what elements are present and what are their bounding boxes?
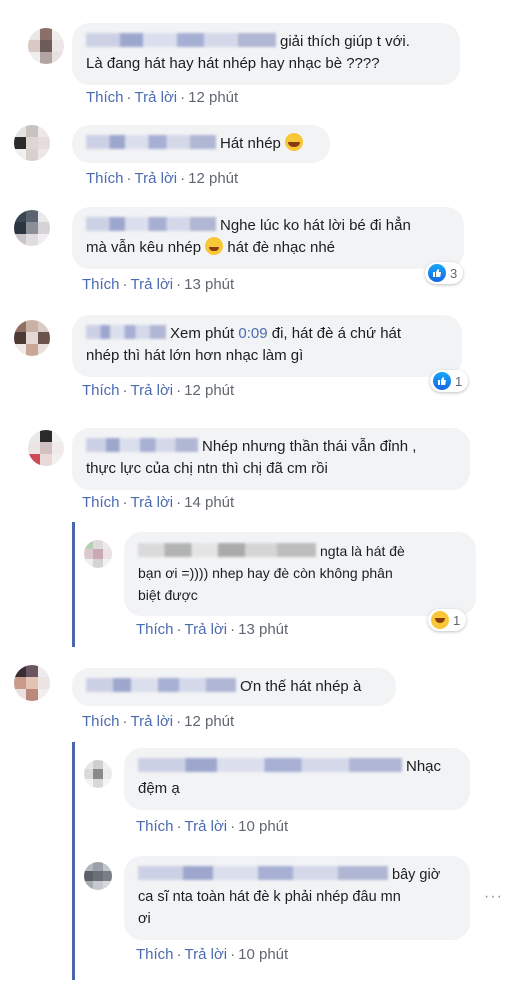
more-options-icon[interactable]: ··· [484, 888, 503, 906]
comment-text: Xem phút [170, 325, 239, 342]
timestamp[interactable]: 13 phút [184, 276, 234, 293]
blurred-name[interactable] [86, 217, 216, 231]
comment-bubble: Nhạc đệm ạ [124, 748, 470, 810]
like-link[interactable]: Thích [136, 818, 174, 835]
comment-text: Hát nhép [220, 135, 281, 152]
like-icon [428, 264, 446, 282]
comment-bubble: Nhép nhưng thần thái vẫn đỉnh , thực lực… [72, 428, 470, 490]
avatar[interactable] [84, 540, 112, 568]
timestamp[interactable]: 12 phút [184, 713, 234, 730]
reaction-number: 1 [453, 612, 461, 628]
like-link[interactable]: Thích [86, 170, 124, 187]
reply-link[interactable]: Trả lời [131, 494, 174, 511]
like-link[interactable]: Thích [82, 382, 120, 399]
comment-actions: Thích · Trả lời · 13 phút [136, 621, 289, 638]
like-icon [433, 372, 451, 390]
comment-text: bạn ơi =)))) nhep hay đè còn không phân [138, 565, 393, 581]
comment-bubble: Ơn thế hát nhép à [72, 668, 396, 706]
avatar[interactable] [14, 665, 50, 701]
reaction-number: 3 [450, 265, 458, 281]
comment-actions: Thích · Trả lời · 10 phút [136, 946, 289, 963]
comment-text: đi, hát đè á chứ hát [267, 325, 402, 342]
comment-text: thực lực của chị ntn thì chị đã cm rồi [86, 460, 328, 477]
comment-actions: Thích · Trả lời · 12 phút [86, 89, 239, 106]
avatar[interactable] [14, 210, 50, 246]
like-link[interactable]: Thích [82, 276, 120, 293]
comment-actions: Thích · Trả lời · 13 phút [82, 276, 235, 293]
reaction-count[interactable]: 1 [430, 370, 469, 392]
timestamp-link[interactable]: 0:09 [238, 325, 267, 342]
timestamp[interactable]: 10 phút [238, 946, 288, 963]
comment-text: Nhạc [406, 758, 442, 775]
comment-bubble: Nghe lúc ko hát lời bé đi hẳn mà vẫn kêu… [72, 207, 464, 269]
comment-text: ngta là hát đè [320, 543, 405, 559]
smile-emoji-icon [205, 237, 224, 255]
comment-text: Nghe lúc ko hát lời bé đi hẳn [220, 217, 411, 234]
comment-text: Ơn thế hát nhép à [240, 678, 362, 695]
avatar[interactable] [84, 760, 112, 788]
comment-text: mà vẫn kêu nhép [86, 239, 202, 256]
avatar[interactable] [28, 430, 64, 466]
like-link[interactable]: Thích [82, 713, 120, 730]
timestamp[interactable]: 14 phút [184, 494, 234, 511]
comment-bubble: ngta là hát đè bạn ơi =)))) nhep hay đè … [124, 532, 476, 616]
timestamp[interactable]: 12 phút [184, 382, 234, 399]
like-link[interactable]: Thích [136, 621, 174, 638]
comment-text: Là đang hát hay hát nhép hay nhạc bè ???… [86, 55, 380, 72]
timestamp[interactable]: 12 phút [188, 170, 238, 187]
comment-actions: Thích · Trả lời · 12 phút [86, 170, 239, 187]
reaction-count[interactable]: 3 [425, 262, 464, 284]
timestamp[interactable]: 13 phút [238, 621, 288, 638]
avatar[interactable] [28, 28, 64, 64]
comment-text: biệt được [138, 587, 198, 603]
blurred-name[interactable] [86, 438, 198, 452]
comment-text: đệm ạ [138, 780, 180, 797]
comment-text: ca sĩ nta toàn hát đè k phải nhép đâu mn [138, 889, 401, 905]
thread-line [72, 522, 75, 647]
comment-text: bây giờ [392, 867, 441, 883]
comment-text: Nhép nhưng thần thái vẫn đỉnh , [202, 438, 417, 455]
reaction-number: 1 [455, 373, 463, 389]
blurred-name[interactable] [86, 325, 166, 339]
reply-link[interactable]: Trả lời [131, 713, 174, 730]
comment-text: nhép thì hát lớn hơn nhạc làm gì [86, 347, 304, 364]
reply-link[interactable]: Trả lời [131, 382, 174, 399]
blurred-name[interactable] [138, 758, 402, 772]
timestamp[interactable]: 10 phút [238, 818, 288, 835]
timestamp[interactable]: 12 phút [188, 89, 238, 106]
comment-actions: Thích · Trả lời · 14 phút [82, 494, 235, 511]
reply-link[interactable]: Trả lời [135, 89, 178, 106]
comment-text: giải thích giúp t với. [280, 33, 410, 50]
blurred-name[interactable] [86, 135, 216, 149]
haha-icon [431, 611, 449, 629]
comment-bubble: giải thích giúp t với. Là đang hát hay h… [72, 23, 460, 85]
comment-actions: Thích · Trả lời · 12 phút [82, 382, 235, 399]
comment-actions: Thích · Trả lời · 12 phút [82, 713, 235, 730]
avatar[interactable] [14, 320, 50, 356]
reply-link[interactable]: Trả lời [131, 276, 174, 293]
blurred-name[interactable] [138, 866, 388, 880]
blurred-name[interactable] [86, 33, 276, 47]
like-link[interactable]: Thích [82, 494, 120, 511]
comment-bubble: bây giờ ca sĩ nta toàn hát đè k phải nhé… [124, 856, 470, 940]
reaction-count[interactable]: 1 [428, 609, 467, 631]
reply-link[interactable]: Trả lời [135, 170, 178, 187]
thread-line [72, 742, 75, 980]
comment-actions: Thích · Trả lời · 10 phút [136, 818, 289, 835]
avatar[interactable] [84, 862, 112, 890]
reply-link[interactable]: Trả lời [185, 621, 228, 638]
comment-bubble: Hát nhép [72, 125, 330, 163]
like-link[interactable]: Thích [136, 946, 174, 963]
like-link[interactable]: Thích [86, 89, 124, 106]
comment-bubble: Xem phút 0:09 đi, hát đè á chứ hát nhép … [72, 315, 462, 377]
rofl-emoji-icon [285, 133, 304, 151]
reply-link[interactable]: Trả lời [185, 946, 228, 963]
comment-text: ơi [138, 911, 151, 927]
blurred-name[interactable] [86, 678, 236, 692]
blurred-name[interactable] [138, 543, 316, 557]
avatar[interactable] [14, 125, 50, 161]
comment-text: hát đè nhạc nhé [227, 239, 336, 256]
reply-link[interactable]: Trả lời [185, 818, 228, 835]
